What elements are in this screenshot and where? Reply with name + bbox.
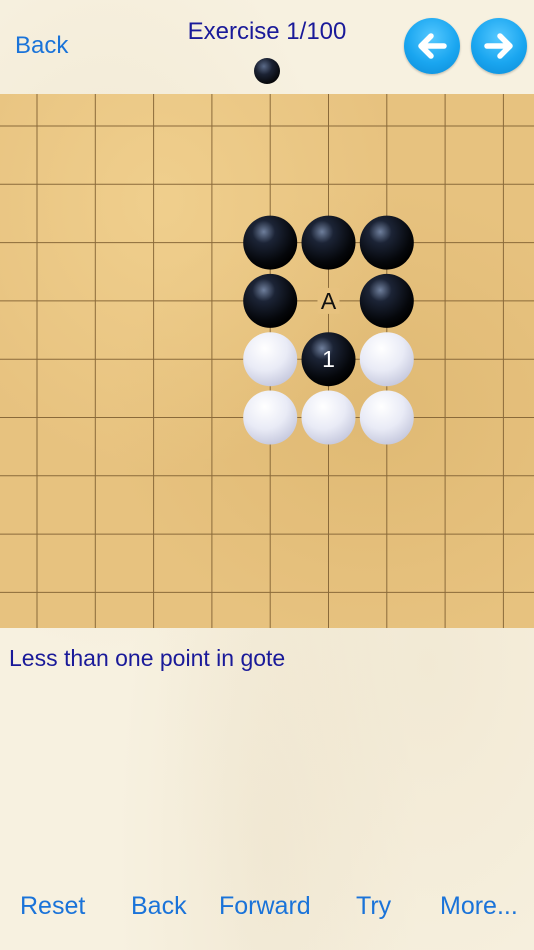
next-exercise-button[interactable] [471, 18, 527, 74]
white-stone-body [359, 332, 414, 387]
back-move-button[interactable]: Back [131, 892, 187, 921]
black-stone [359, 273, 414, 328]
exercise-comment: Less than one point in gote [9, 645, 286, 671]
more-button[interactable]: More... [440, 892, 518, 921]
black-stone-body [359, 215, 414, 270]
black-stone-body [301, 215, 356, 270]
white-stone-body [243, 332, 298, 387]
marks-layer: A [317, 287, 340, 314]
arrow-left-icon [418, 33, 447, 59]
black-stone: 1 [301, 332, 356, 387]
white-stone [359, 390, 414, 445]
turn-indicator-stone [254, 58, 280, 84]
white-stone-body [301, 390, 356, 445]
bottom-toolbar: Reset Back Forward Try More... [0, 880, 534, 940]
forward-button[interactable]: Forward [219, 892, 311, 921]
black-stone-body [359, 273, 414, 328]
white-stone-body [359, 390, 414, 445]
black-stone [243, 273, 298, 328]
white-stone [243, 332, 298, 387]
reset-button[interactable]: Reset [20, 892, 85, 921]
white-stone [301, 390, 356, 445]
black-stone [243, 215, 298, 270]
board-point-label: A [321, 288, 337, 314]
white-stone [243, 390, 298, 445]
black-stone [301, 215, 356, 270]
arrow-right-icon [484, 33, 513, 59]
black-stone-body [243, 215, 298, 270]
try-button[interactable]: Try [356, 892, 391, 921]
black-stone [359, 215, 414, 270]
white-stone-body [243, 390, 298, 445]
previous-exercise-button[interactable] [404, 18, 460, 74]
board-canvas[interactable]: 1 A [0, 94, 534, 628]
go-board[interactable]: 1 A [0, 94, 534, 628]
header: Back Exercise 1/100 [0, 0, 534, 94]
white-stone [359, 332, 414, 387]
black-stone-body [243, 273, 298, 328]
stone-move-number: 1 [322, 346, 335, 372]
